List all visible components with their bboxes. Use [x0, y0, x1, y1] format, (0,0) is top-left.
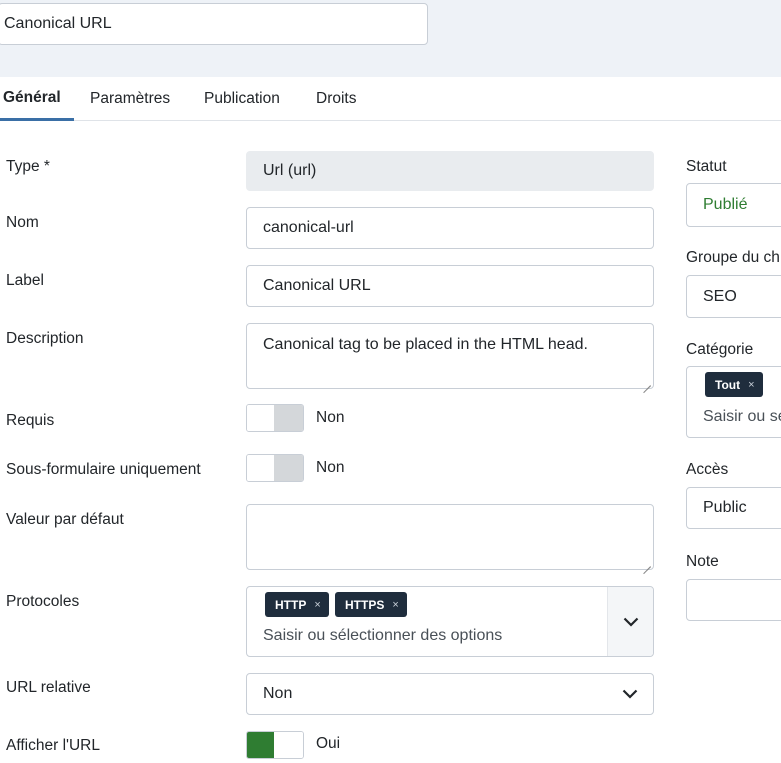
status-value: Publié: [703, 196, 748, 213]
switch-knob: [274, 732, 303, 758]
switch-knob: [247, 405, 276, 431]
relative-url-value: Non: [263, 685, 293, 702]
tab-general-label: Général: [3, 88, 61, 106]
tab-parametres-label: Paramètres: [90, 90, 171, 107]
type-value: Url (url): [263, 162, 317, 179]
protocol-chip-https: HTTPS ×: [335, 592, 407, 617]
type-field: Url (url): [246, 151, 654, 191]
label-label: Label: [6, 272, 44, 289]
tab-bar: Général Paramètres Publication Droits: [0, 77, 781, 121]
required-switch[interactable]: [246, 404, 304, 432]
relative-url-dropdown-button[interactable]: [607, 674, 653, 714]
tab-publication[interactable]: Publication: [204, 77, 280, 121]
chip-remove-icon[interactable]: ×: [748, 379, 754, 391]
chip-remove-icon[interactable]: ×: [392, 599, 398, 611]
show-url-switch[interactable]: [246, 731, 304, 759]
note-input[interactable]: [686, 579, 781, 621]
access-value: Public: [703, 499, 747, 516]
tab-general[interactable]: Général: [0, 77, 74, 121]
note-label: Note: [686, 553, 719, 570]
description-value: Canonical tag to be placed in the HTML h…: [263, 336, 588, 353]
switch-knob: [247, 455, 276, 481]
category-placeholder[interactable]: Saisir ou se: [703, 408, 781, 426]
tab-droits[interactable]: Droits: [316, 77, 356, 121]
subform-label: Sous-formulaire uniquement: [6, 461, 201, 478]
protocols-placeholder[interactable]: Saisir ou sélectionner des options: [263, 627, 502, 645]
name-input[interactable]: canonical-url: [246, 207, 654, 249]
switch-track: [274, 455, 303, 481]
field-group-value: SEO: [703, 287, 737, 305]
tab-parametres[interactable]: Paramètres: [90, 77, 170, 121]
relative-url-select[interactable]: Non: [246, 673, 654, 715]
category-label: Catégorie: [686, 341, 754, 358]
title-input[interactable]: Canonical URL: [0, 3, 428, 45]
type-label: Type *: [6, 158, 50, 175]
chip-label: HTTP: [275, 597, 307, 612]
show-url-label: Afficher l'URL: [6, 737, 100, 754]
chevron-down-icon: [623, 617, 638, 627]
access-select[interactable]: Public: [686, 487, 781, 529]
required-label: Requis: [6, 412, 55, 429]
required-value: Non: [316, 409, 345, 426]
tab-droits-label: Droits: [316, 90, 357, 107]
chip-label: HTTPS: [345, 597, 385, 612]
protocols-dropdown-button[interactable]: [607, 587, 653, 656]
access-label: Accès: [686, 461, 729, 478]
status-select[interactable]: Publié: [686, 183, 781, 227]
switch-track: [247, 732, 276, 758]
description-label: Description: [6, 330, 84, 347]
protocols-multiselect[interactable]: HTTP × HTTPS × Saisir ou sélectionner de…: [246, 586, 654, 657]
name-label: Nom: [6, 214, 39, 231]
switch-track: [274, 405, 303, 431]
show-url-value: Oui: [316, 735, 341, 752]
default-value-textarea[interactable]: [246, 504, 654, 570]
title-bar: Canonical URL: [0, 0, 781, 77]
resize-handle-icon[interactable]: [643, 559, 651, 567]
field-group-select[interactable]: SEO: [686, 275, 781, 318]
chevron-down-icon: [622, 689, 638, 699]
title-input-value: Canonical URL: [4, 15, 112, 32]
name-value: canonical-url: [263, 219, 354, 236]
protocol-chip-http: HTTP ×: [265, 592, 329, 617]
protocols-label: Protocoles: [6, 593, 80, 610]
field-group-label: Groupe du ch: [686, 249, 780, 266]
status-label: Statut: [686, 158, 727, 175]
default-value-label: Valeur par défaut: [6, 511, 124, 528]
label-value: Canonical URL: [263, 277, 371, 294]
category-chip-tout: Tout ×: [705, 372, 763, 397]
description-textarea[interactable]: Canonical tag to be placed in the HTML h…: [246, 323, 654, 389]
resize-handle-icon[interactable]: [643, 378, 651, 386]
category-multiselect[interactable]: Tout × Saisir ou se: [686, 366, 781, 438]
relative-url-label: URL relative: [6, 679, 91, 696]
label-input[interactable]: Canonical URL: [246, 265, 654, 307]
chip-remove-icon[interactable]: ×: [314, 599, 320, 611]
chip-label: Tout: [715, 377, 741, 392]
subform-value: Non: [316, 459, 345, 476]
tab-publication-label: Publication: [204, 90, 280, 107]
subform-switch[interactable]: [246, 454, 304, 482]
